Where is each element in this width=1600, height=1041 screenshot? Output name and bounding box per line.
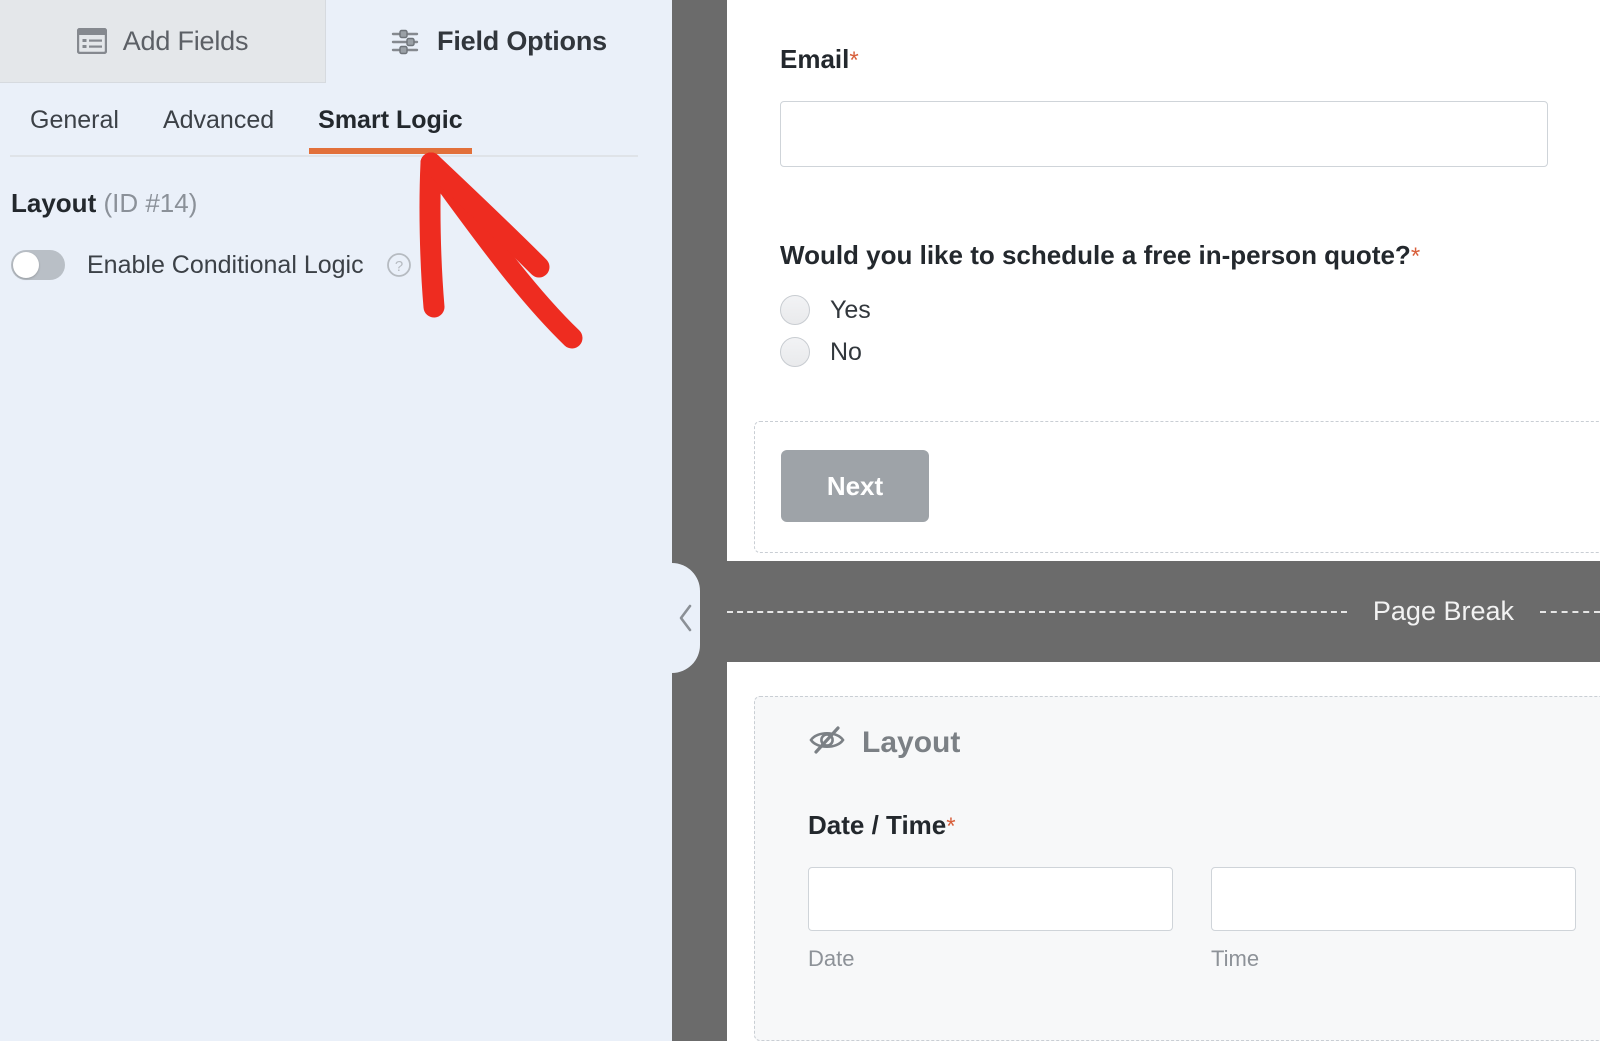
sliders-icon [391, 29, 421, 55]
form-preview: Email* Would you like to schedule a free… [727, 0, 1600, 1041]
subtab-advanced-label: Advanced [163, 106, 274, 135]
quote-required-marker: * [1411, 243, 1420, 270]
field-options-panel: Add Fields Field Options [0, 0, 672, 1041]
email-field-label-text: Email [780, 44, 849, 74]
subtab-advanced[interactable]: Advanced [163, 83, 274, 157]
radio-yes[interactable] [780, 295, 810, 325]
tab-add-fields[interactable]: Add Fields [0, 0, 326, 83]
date-time-required-marker: * [946, 813, 955, 840]
subtab-general[interactable]: General [30, 83, 119, 157]
selected-field-id: (ID #14) [103, 188, 197, 218]
time-input[interactable] [1211, 867, 1576, 931]
radio-no[interactable] [780, 337, 810, 367]
quote-field-label: Would you like to schedule a free in-per… [780, 240, 1420, 271]
layout-field-label: Layout [862, 726, 960, 760]
date-input[interactable] [808, 867, 1173, 931]
date-time-label: Date / Time* [808, 810, 1576, 841]
chevron-left-icon [676, 601, 696, 635]
sub-tabs-divider [10, 155, 638, 157]
panel-gutter [672, 0, 727, 1041]
preview-field-email[interactable]: Email* [780, 44, 1548, 167]
conditional-logic-row: Enable Conditional Logic ? [11, 250, 412, 280]
page-break-label: Page Break [1347, 596, 1540, 627]
subtab-smart-logic[interactable]: Smart Logic [318, 83, 462, 157]
svg-text:?: ? [394, 258, 402, 275]
subtab-smart-logic-label: Smart Logic [318, 106, 462, 135]
radio-yes-label: Yes [830, 296, 871, 325]
quote-option-yes[interactable]: Yes [780, 295, 1420, 325]
panel-primary-tabs: Add Fields Field Options [0, 0, 672, 83]
date-column: Date [808, 867, 1173, 972]
page-break-line-right [1540, 611, 1600, 613]
selected-field-name: Layout [11, 188, 96, 218]
time-caption: Time [1211, 946, 1576, 972]
time-column: Time [1211, 867, 1576, 972]
collapse-panel-handle[interactable] [672, 563, 700, 673]
enable-conditional-logic-label: Enable Conditional Logic [87, 251, 364, 280]
tab-add-fields-label: Add Fields [123, 26, 249, 57]
layout-field-header: Layout [808, 725, 960, 760]
preview-field-quote[interactable]: Would you like to schedule a free in-per… [780, 240, 1420, 379]
quote-field-label-text: Would you like to schedule a free in-per… [780, 240, 1411, 270]
next-button[interactable]: Next [781, 450, 929, 522]
page-break-divider[interactable]: Page Break [727, 561, 1600, 662]
quote-options-list: Yes No [780, 295, 1420, 367]
panel-sub-tabs: General Advanced Smart Logic [0, 83, 672, 157]
tab-field-options[interactable]: Field Options [326, 0, 672, 83]
list-fields-icon [77, 28, 107, 54]
quote-option-no[interactable]: No [780, 337, 1420, 367]
email-required-marker: * [849, 47, 858, 74]
date-time-field: Date / Time* Date Time [808, 810, 1576, 972]
selected-field-title: Layout (ID #14) [11, 188, 197, 219]
date-caption: Date [808, 946, 1173, 972]
help-icon[interactable]: ? [386, 252, 412, 278]
enable-conditional-logic-toggle[interactable] [11, 250, 65, 280]
toggle-knob [13, 252, 39, 278]
preview-field-layout[interactable]: Layout Date / Time* Date Time [754, 696, 1600, 1041]
subtab-general-label: General [30, 106, 119, 135]
tab-field-options-label: Field Options [437, 26, 607, 57]
radio-no-label: No [830, 338, 862, 367]
eye-slash-icon [808, 725, 846, 760]
form-builder-screen: Add Fields Field Options [0, 0, 1600, 1041]
email-field-label: Email* [780, 44, 1548, 75]
next-button-block[interactable]: Next [754, 421, 1600, 553]
email-input[interactable] [780, 101, 1548, 167]
page-break-line-left [727, 611, 1347, 613]
date-time-label-text: Date / Time [808, 810, 946, 840]
date-time-columns: Date Time [808, 867, 1576, 972]
